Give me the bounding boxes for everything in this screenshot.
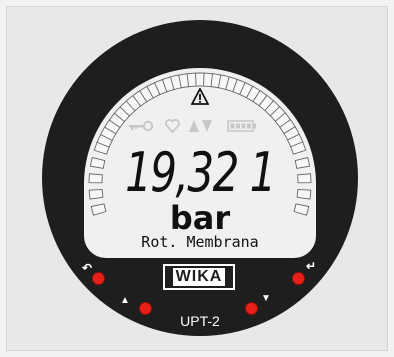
back-button[interactable] [92, 272, 105, 285]
logo-text: WIKA [172, 268, 226, 286]
bargraph-segment [88, 173, 103, 184]
key-icon [129, 120, 154, 132]
unit-label: bar [169, 199, 231, 237]
enter-button[interactable] [292, 272, 305, 285]
warning-icon [191, 88, 209, 105]
model-label: UPT-2 [180, 313, 220, 329]
bargraph-segment [195, 72, 205, 87]
bargraph-segment [89, 156, 106, 169]
enter-icon: ↵ [306, 259, 317, 273]
heart-icon [165, 119, 180, 133]
wika-logo: WIKA [163, 264, 235, 290]
lcd-display: 19,32 1 bar Rot. Membrana [84, 68, 316, 258]
down-arrow-icon: ▼ [261, 293, 271, 304]
bargraph-segment [296, 188, 312, 200]
measured-value: 19,32 1 [125, 141, 276, 204]
bargraph-segment [186, 72, 197, 88]
battery-icon [227, 120, 256, 132]
bargraph-segment [294, 156, 311, 169]
back-icon: ↶ [82, 261, 93, 275]
trend-arrows-icon [189, 120, 212, 132]
info-line: Rot. Membrana [141, 233, 259, 251]
bargraph-segment [88, 188, 104, 200]
up-arrow-icon: ▲ [120, 295, 130, 306]
bargraph-segment [297, 173, 312, 184]
